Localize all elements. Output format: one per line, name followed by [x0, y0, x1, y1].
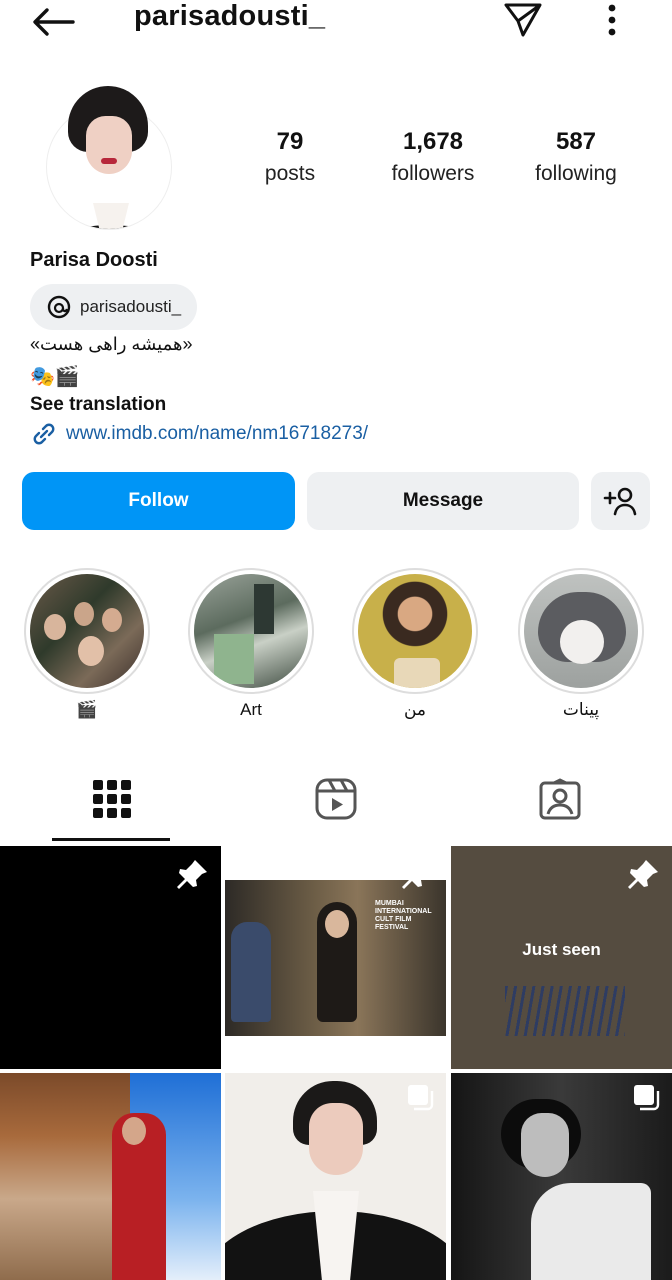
grid-icon — [93, 780, 131, 818]
pin-icon — [177, 860, 207, 889]
bio-quote: «همیشه راهی هست» — [30, 334, 193, 354]
back-button[interactable] — [30, 2, 76, 42]
share-profile-button[interactable] — [500, 0, 546, 40]
tab-reels[interactable] — [224, 768, 448, 830]
highlight-label: من — [403, 700, 427, 719]
post-thumbnail[interactable] — [0, 1073, 221, 1280]
link-text: www.imdb.com/name/nm16718273/ — [66, 423, 369, 444]
followers-label: followers — [391, 162, 475, 185]
threads-handle: parisadousti_ — [80, 297, 182, 316]
message-button[interactable]: Message — [307, 472, 579, 530]
pin-icon — [402, 860, 432, 889]
follow-button[interactable]: Follow — [22, 472, 295, 530]
see-translation-link[interactable]: See translation — [30, 394, 166, 416]
following-label: following — [535, 162, 617, 185]
highlight-item[interactable]: پینات — [518, 568, 644, 720]
festival-caption: MUMBAI INTERNATIONAL CULT FILM FESTIVAL — [375, 900, 432, 931]
carousel-icon — [634, 1085, 660, 1111]
highlight-cover — [188, 568, 314, 694]
stat-posts[interactable]: 79 posts — [220, 128, 360, 186]
posts-label: posts — [264, 162, 316, 185]
profile-username: parisadousti_ — [134, 0, 326, 32]
stat-followers[interactable]: 1,678 followers — [363, 128, 503, 186]
highlight-item[interactable]: من — [352, 568, 478, 720]
following-count: 587 — [555, 128, 597, 155]
profile-tabs — [0, 758, 672, 846]
carousel-icon — [408, 1085, 434, 1111]
reels-icon — [315, 778, 357, 820]
threads-icon — [47, 295, 71, 319]
highlight-cover — [518, 568, 644, 694]
vertical-dots-icon — [608, 4, 616, 36]
tagged-icon — [539, 778, 581, 820]
highlight-cover — [24, 568, 150, 694]
post-thumbnail[interactable]: Just seen — [451, 846, 672, 1069]
posts-count: 79 — [276, 128, 304, 155]
pin-icon — [628, 860, 658, 889]
highlight-label: پینات — [562, 700, 600, 719]
profile-link[interactable]: www.imdb.com/name/nm16718273/ — [30, 420, 368, 448]
active-tab-indicator — [52, 838, 170, 841]
stat-following[interactable]: 587 following — [506, 128, 646, 186]
post-thumbnail[interactable] — [451, 1073, 672, 1280]
highlight-item[interactable]: Art — [188, 568, 314, 720]
post-thumbnail[interactable] — [0, 846, 221, 1069]
add-user-icon — [603, 487, 636, 516]
profile-full-name: Parisa Doosti — [30, 249, 158, 271]
profile-avatar[interactable] — [46, 86, 172, 234]
tab-posts-grid[interactable] — [0, 768, 224, 830]
paper-plane-icon — [504, 3, 542, 37]
bio-emojis: 🎭🎬 — [30, 366, 80, 388]
top-bar: parisadousti_ — [0, 0, 672, 44]
more-options-button[interactable] — [594, 0, 630, 40]
post-thumbnail[interactable] — [225, 1073, 446, 1280]
tab-tagged[interactable] — [448, 768, 672, 830]
highlight-cover — [352, 568, 478, 694]
followers-count: 1,678 — [402, 128, 464, 155]
suggested-users-button[interactable] — [591, 472, 650, 530]
link-icon — [33, 423, 55, 445]
highlight-label: 🎬 — [76, 700, 98, 719]
post-thumbnail[interactable]: MUMBAI INTERNATIONAL CULT FILM FESTIVAL — [225, 846, 446, 1069]
highlight-label: Art — [240, 700, 262, 719]
just-seen-caption: Just seen — [522, 940, 601, 959]
highlight-item[interactable]: 🎬 — [24, 568, 150, 720]
arrow-left-icon — [33, 8, 75, 36]
threads-badge[interactable]: parisadousti_ — [30, 284, 198, 330]
